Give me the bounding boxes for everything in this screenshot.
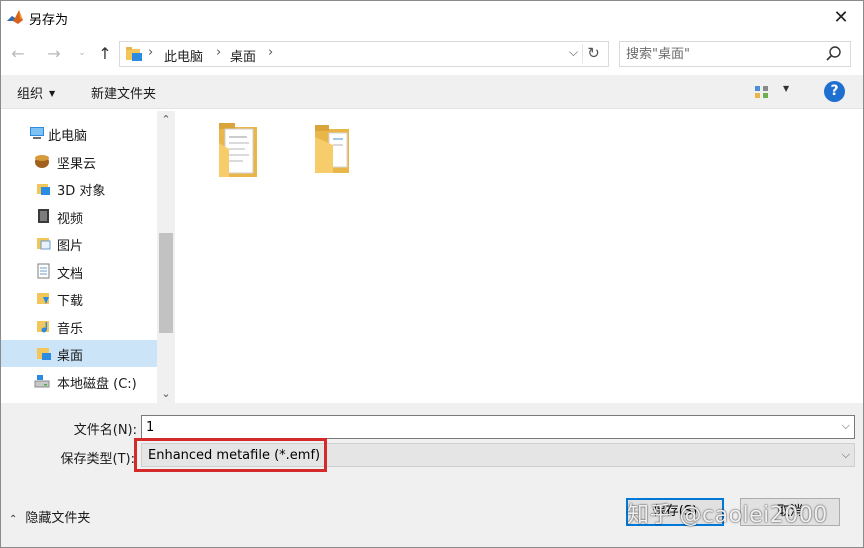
close-button[interactable]: ✕ xyxy=(819,1,863,33)
organize-menu[interactable]: 组织 ▼ xyxy=(17,83,55,102)
sidebar-item-local-disk[interactable]: 本地磁盘 (C:) xyxy=(1,368,157,395)
refresh-button[interactable]: ↻ xyxy=(582,44,604,64)
breadcrumb-this-pc[interactable]: 此电脑 xyxy=(164,46,203,65)
sidebar-item-label: 文档 xyxy=(57,267,84,282)
sidebar-item-label: 本地磁盘 (C:) xyxy=(57,377,137,392)
chevron-down-icon[interactable]: ⌵ xyxy=(842,448,850,462)
file-item[interactable] xyxy=(311,123,391,203)
chevron-down-icon[interactable]: ⌵ xyxy=(842,419,850,433)
search-input[interactable] xyxy=(626,45,816,63)
back-button[interactable]: ← xyxy=(7,41,29,65)
chevron-up-icon: ⌃ xyxy=(9,514,18,525)
scrollbar-thumb[interactable] xyxy=(159,233,173,333)
3d-objects-icon xyxy=(37,184,50,195)
scroll-up-icon[interactable]: ⌃ xyxy=(157,111,175,129)
navigation-scrollbar[interactable]: ⌃ ⌄ xyxy=(157,111,175,403)
video-icon xyxy=(38,209,49,223)
sidebar-item-label: 坚果云 xyxy=(57,157,97,172)
hide-folders-label: 隐藏文件夹 xyxy=(25,511,91,526)
drive-icon xyxy=(34,375,50,388)
sidebar-item-label: 此电脑 xyxy=(48,129,88,144)
sidebar-item-label: 图片 xyxy=(57,239,84,254)
organize-label: 组织 xyxy=(17,87,44,102)
filename-input[interactable] xyxy=(146,419,826,436)
arrow-up-icon: ↑ xyxy=(98,43,112,63)
sidebar-item-3d-objects[interactable]: 3D 对象 xyxy=(1,175,157,202)
view-dropdown-icon[interactable]: ▼ xyxy=(783,84,789,93)
new-folder-button[interactable]: 新建文件夹 xyxy=(91,83,156,102)
navigation-pane: 此电脑 坚果云 3D 对象 视频 图片 文档 下载 音乐 桌面 本地磁盘 (C:… xyxy=(1,111,175,403)
address-dropdown-icon[interactable]: ⌵ xyxy=(569,45,578,60)
forward-button[interactable]: → xyxy=(43,41,65,65)
downloads-icon xyxy=(37,293,49,304)
file-item[interactable] xyxy=(215,121,295,201)
scroll-down-icon[interactable]: ⌄ xyxy=(157,385,175,403)
breadcrumb-desktop[interactable]: 桌面 xyxy=(230,46,256,65)
filetype-label: 保存类型(T): xyxy=(60,452,135,467)
sidebar-item-this-pc[interactable]: 此电脑 xyxy=(1,120,157,147)
sidebar-item-pictures[interactable]: 图片 xyxy=(1,230,157,257)
filename-label: 文件名(N): xyxy=(73,423,137,438)
sidebar-item-label: 音乐 xyxy=(57,322,84,337)
recent-locations-button[interactable]: ⌄ xyxy=(71,41,93,65)
pictures-icon xyxy=(37,238,51,250)
filename-field[interactable]: ⌵ xyxy=(141,415,855,439)
folder-icon xyxy=(315,125,349,173)
sidebar-item-label: 桌面 xyxy=(57,349,84,364)
documents-icon xyxy=(37,263,50,279)
breadcrumb-separator: › xyxy=(148,45,154,60)
view-options-icon[interactable] xyxy=(754,84,770,100)
sidebar-item-videos[interactable]: 视频 xyxy=(1,203,157,230)
sidebar-item-nutstore[interactable]: 坚果云 xyxy=(1,148,157,175)
sidebar-item-music[interactable]: 音乐 xyxy=(1,313,157,340)
window-title: 另存为 xyxy=(29,13,69,28)
sidebar-item-label: 下载 xyxy=(57,294,84,309)
arrow-left-icon: ← xyxy=(11,43,25,63)
music-icon xyxy=(37,321,49,333)
close-icon: ✕ xyxy=(833,6,849,28)
hide-folders-toggle[interactable]: ⌃ 隐藏文件夹 xyxy=(9,507,90,526)
search-box[interactable] xyxy=(619,41,851,67)
sidebar-item-downloads[interactable]: 下载 xyxy=(1,285,157,312)
save-as-dialog: 另存为 ✕ ← → ⌄ ↑ › 此电脑 › 桌面 › ⌵ ↻ 搜索"桌面" 组织… xyxy=(0,0,864,548)
caret-down-icon: ▼ xyxy=(49,89,56,98)
file-list xyxy=(177,111,863,403)
folder-with-documents-icon xyxy=(219,123,257,177)
address-row: ← → ⌄ ↑ › 此电脑 › 桌面 › ⌵ ↻ xyxy=(1,37,863,69)
breadcrumb-separator: › xyxy=(216,45,222,60)
up-button[interactable]: ↑ xyxy=(94,41,116,65)
filetype-highlight-box xyxy=(134,438,327,472)
search-icon xyxy=(826,46,841,61)
command-bar: 组织 ▼ 新建文件夹 ▼ ? xyxy=(1,75,863,109)
sidebar-item-label: 3D 对象 xyxy=(57,184,106,199)
desktop-folder-icon xyxy=(126,47,142,61)
matlab-app-icon xyxy=(6,8,24,26)
desktop-icon xyxy=(37,348,51,360)
sidebar-item-label: 视频 xyxy=(57,212,84,227)
computer-icon xyxy=(30,127,44,139)
help-icon[interactable]: ? xyxy=(824,81,845,102)
breadcrumb-separator: › xyxy=(268,45,274,60)
title-bar: 另存为 ✕ xyxy=(1,1,863,33)
nutstore-icon xyxy=(35,155,49,168)
address-bar[interactable]: › 此电脑 › 桌面 › ⌵ ↻ xyxy=(119,41,609,67)
sidebar-item-desktop[interactable]: 桌面 xyxy=(1,340,157,367)
chevron-down-icon: ⌄ xyxy=(78,48,86,58)
new-folder-label: 新建文件夹 xyxy=(91,87,157,102)
arrow-right-icon: → xyxy=(47,43,61,63)
sidebar-item-documents[interactable]: 文档 xyxy=(1,258,157,285)
watermark: 知乎 @caolei2000 xyxy=(627,503,828,528)
